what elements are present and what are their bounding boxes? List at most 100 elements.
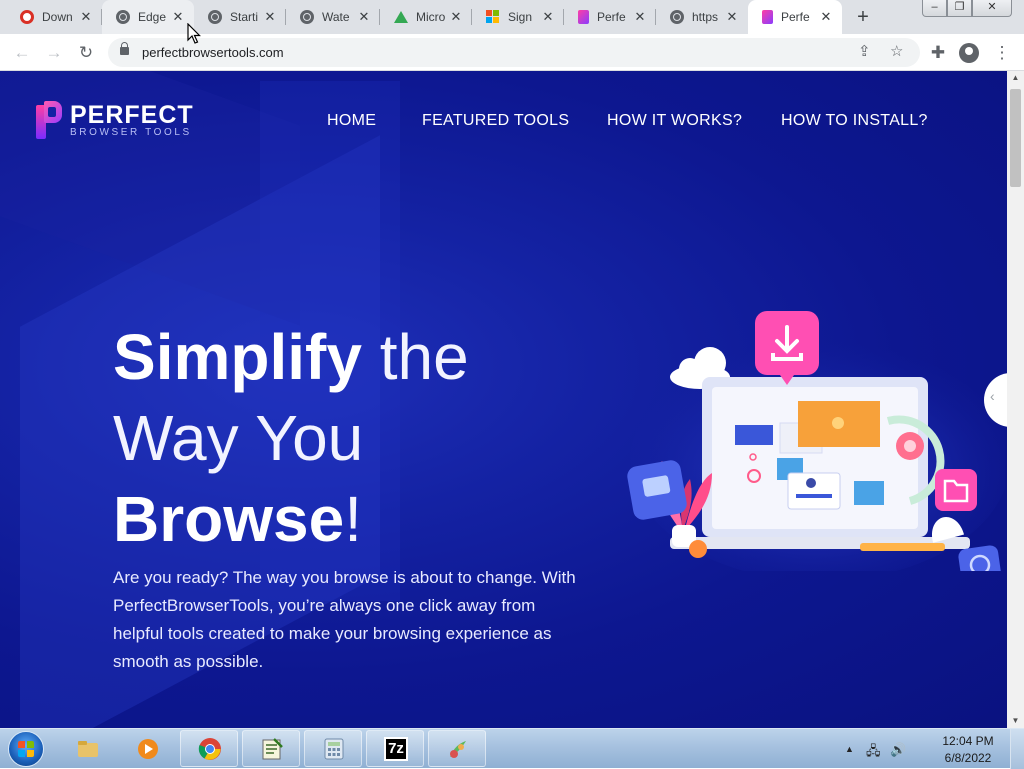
close-window-button[interactable]: ✕ [972,0,1012,17]
headline-word: Simplify [113,321,362,393]
logo-subtitle: BROWSER TOOLS [70,126,192,138]
forward-button[interactable]: → [42,41,66,65]
target-icon [20,10,34,24]
tab-title: Edge [138,10,167,24]
mouse-cursor-icon [187,23,201,44]
calculator-icon [324,738,344,760]
menu-icon[interactable]: ⋮ [990,41,1014,65]
taskbar-app[interactable] [428,730,486,767]
scroll-thumb[interactable] [1010,89,1021,187]
url-text[interactable]: perfectbrowsertools.com [142,45,284,60]
tab-title: Micro [416,10,446,24]
hero-illustration [627,311,1005,571]
taskbar-chrome[interactable] [180,730,238,767]
browser-toolbar: ← → ↻ perfectbrowsertools.com ⇪ ☆ ✚ ⋮ [0,34,1024,71]
close-icon[interactable]: ✕ [724,9,740,25]
explorer-icon [78,741,98,757]
headline-word: ! [344,483,362,555]
close-icon[interactable]: ✕ [632,9,648,25]
fruit-icon [450,741,466,758]
address-bar[interactable]: perfectbrowsertools.com ⇪ ☆ [108,38,920,67]
nav-how-to-install[interactable]: HOW TO INSTALL? [781,112,928,130]
scroll-up-arrow[interactable]: ▲ [1007,71,1024,85]
globe-icon [300,10,314,24]
drive-icon [394,11,408,23]
page-scrollbar[interactable]: ▲ ▼ [1007,71,1024,728]
tab-starti[interactable]: Starti ✕ [194,0,286,34]
globe-icon [670,10,684,24]
show-hidden-icons-button[interactable]: ▲ [845,744,854,754]
nav-how-it-works[interactable]: HOW IT WORKS? [607,112,742,130]
taskbar-explorer[interactable] [58,730,116,767]
tab-title: Down [42,10,73,24]
download-icon [755,311,819,385]
tab-title: Starti [230,10,259,24]
perfect-logo-icon [762,10,773,24]
lock-icon[interactable] [120,42,129,55]
headline-word: Browse [113,483,345,555]
logo-mark-icon [36,101,62,139]
web-page: PERFECT BROWSER TOOLS HOME FEATURED TOOL… [0,71,1007,728]
headline-word: the [361,321,469,393]
close-icon[interactable]: ✕ [540,9,556,25]
reload-button[interactable]: ↻ [74,41,98,65]
taskbar-notepad[interactable] [242,730,300,767]
bookmark-star-icon[interactable]: ☆ [890,42,903,60]
close-icon[interactable]: ✕ [356,9,372,25]
back-button[interactable]: ← [10,41,34,65]
show-desktop-button[interactable] [1010,729,1024,769]
clock-time[interactable]: 12:04 PM [938,734,998,748]
taskbar-calculator[interactable] [304,730,362,767]
tab-wate[interactable]: Wate ✕ [286,0,380,34]
close-icon[interactable]: ✕ [448,9,464,25]
taskbar-7zip[interactable]: 7z [366,730,424,767]
new-tab-button[interactable]: + [852,7,874,29]
nav-featured-tools[interactable]: FEATURED TOOLS [422,112,569,130]
7zip-icon: 7z [384,737,408,761]
tab-title: Wate [322,10,350,24]
microsoft-icon [486,10,500,24]
window-controls: – ❐ ✕ [922,0,1012,17]
tab-perfe-active[interactable]: Perfe ✕ [748,0,842,34]
start-button[interactable] [8,731,44,767]
maximize-button[interactable]: ❐ [947,0,972,17]
clock-date[interactable]: 6/8/2022 [938,751,998,765]
close-icon[interactable]: ✕ [818,9,834,25]
media-player-icon [138,739,158,759]
tab-down[interactable]: Down ✕ [6,0,102,34]
tab-title: Perfe [781,10,810,24]
headline-line: Way You [113,402,364,474]
tab-sign[interactable]: Sign ✕ [472,0,564,34]
tab-perfe-1[interactable]: Perfe ✕ [564,0,656,34]
tab-https[interactable]: https ✕ [656,0,748,34]
tab-edge[interactable]: Edge ✕ [102,0,194,34]
share-icon[interactable]: ⇪ [858,42,871,60]
close-icon[interactable]: ✕ [170,9,186,25]
logo-title: PERFECT [70,100,194,129]
chrome-icon [198,738,221,760]
globe-icon [208,10,222,24]
folder-add-icon [935,469,977,511]
profile-avatar[interactable] [959,43,979,63]
hero-lead-text: Are you ready? The way you browse is abo… [113,568,576,671]
printer-icon [627,460,687,520]
tab-title: https [692,10,719,24]
tab-title: Perfe [597,10,626,24]
network-icon[interactable]: 🖧 [866,742,881,764]
hero-headline: Simplify the Way You Browse! [113,317,469,560]
tab-micro[interactable]: Micro ✕ [380,0,472,34]
taskbar-media-player[interactable] [118,730,176,767]
chevron-left-icon: ‹ [990,388,995,404]
close-icon[interactable]: ✕ [262,9,278,25]
minimize-button[interactable]: – [922,0,947,17]
extensions-icon[interactable]: ✚ [926,41,950,65]
globe-icon [116,10,130,24]
perfect-logo-icon [578,10,589,24]
site-logo[interactable]: PERFECT BROWSER TOOLS [36,101,194,139]
tab-title: Sign [508,10,533,24]
windows-taskbar: 7z ▲ 🖧 🔊 12:04 PM 6/8/2022 [0,728,1024,769]
scroll-down-arrow[interactable]: ▼ [1007,714,1024,728]
volume-icon[interactable]: 🔊 [890,742,906,758]
close-icon[interactable]: ✕ [78,9,94,25]
nav-home[interactable]: HOME [327,112,376,130]
